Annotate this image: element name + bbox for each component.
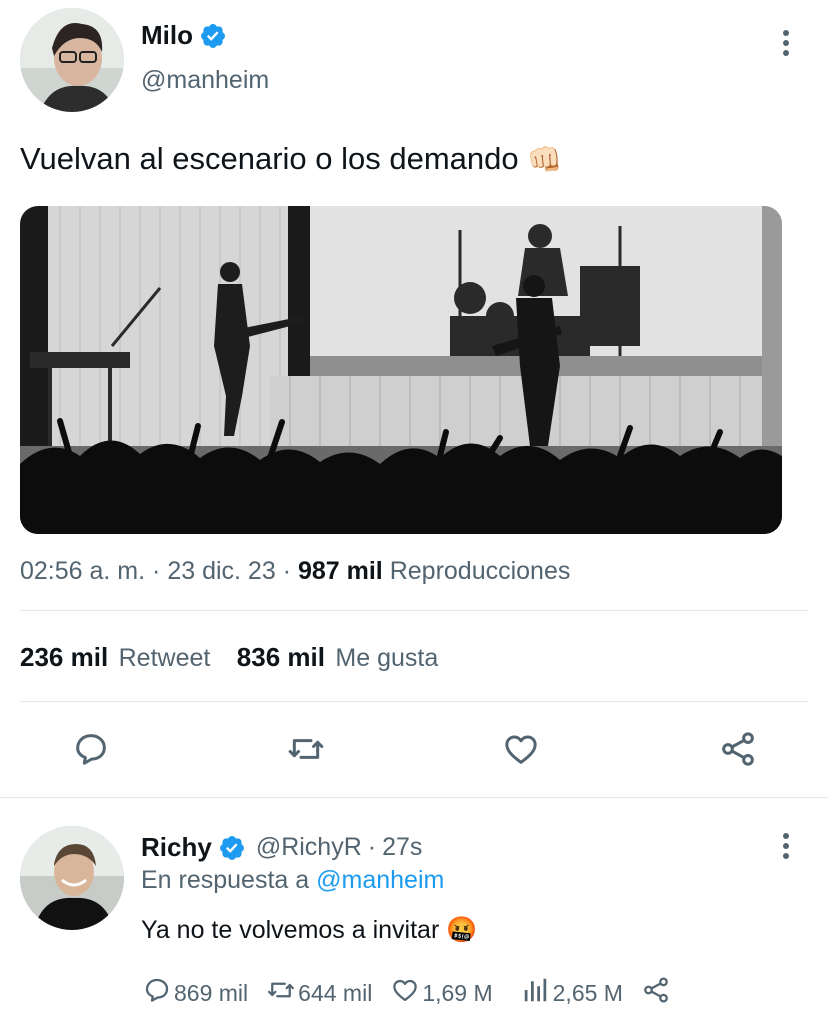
author-avatar[interactable] [20, 8, 124, 112]
reply-icon[interactable] [71, 729, 111, 769]
reply-views-button[interactable]: 2,65 M [521, 975, 623, 1011]
reply-retweet-button[interactable]: 644 mil [266, 975, 372, 1011]
reply-time[interactable]: 27s [382, 833, 422, 862]
author-name[interactable]: Milo [141, 20, 193, 51]
tweet-media-image[interactable] [20, 206, 782, 534]
verified-badge-icon [199, 22, 227, 50]
views-bar-icon [521, 975, 553, 1011]
reply-actions: 869 mil 644 mil 1,69 M 2,65 M [142, 975, 691, 1011]
tweet-text: Vuelvan al escenario o los demando 👊🏻 [20, 141, 563, 176]
divider [20, 610, 808, 611]
reply-author-name[interactable]: Richy [141, 832, 212, 863]
share-icon [641, 975, 673, 1011]
likes-stat[interactable]: 836 mil Me gusta [237, 642, 438, 672]
views-count: 987 mil [297, 557, 383, 585]
tweet-time[interactable]: 02:56 a. m. [20, 557, 145, 585]
retweets-stat[interactable]: 236 mil Retweet [20, 642, 215, 672]
reply-like-button[interactable]: 1,69 M [390, 975, 493, 1011]
retweet-icon[interactable] [286, 729, 326, 769]
replying-to: En respuesta a @manheim [141, 866, 445, 894]
reply-share-button[interactable] [641, 975, 673, 1011]
reply-text: Ya no te volvemos a invitar 🤬 [141, 916, 478, 944]
heart-icon [390, 975, 422, 1011]
more-vertical-icon[interactable] [781, 833, 791, 863]
more-vertical-icon[interactable] [781, 30, 791, 60]
retweet-icon [266, 975, 298, 1011]
heart-icon[interactable] [501, 729, 541, 769]
divider [20, 701, 808, 702]
reply-author-handle[interactable]: @RichyR [256, 833, 362, 862]
reply-author-avatar[interactable] [20, 826, 124, 930]
tweet-date[interactable]: 23 dic. 23 [167, 557, 275, 585]
fist-emoji: 👊🏻 [527, 144, 563, 175]
share-icon[interactable] [718, 729, 758, 769]
replying-to-link[interactable]: @manheim [316, 866, 444, 894]
reply-reply-button[interactable]: 869 mil [142, 975, 248, 1011]
angry-emoji: 🤬 [446, 916, 478, 944]
tweet-stats: 236 mil Retweet 836 mil Me gusta [20, 642, 438, 673]
views-label: Reproducciones [389, 557, 571, 585]
tweet-meta: 02:56 a. m. · 23 dic. 23 · 987 mil Repro… [20, 557, 571, 585]
verified-badge-icon [218, 834, 246, 862]
divider [0, 797, 828, 798]
author-handle[interactable]: @manheim [141, 66, 269, 95]
reply-icon [142, 975, 174, 1011]
